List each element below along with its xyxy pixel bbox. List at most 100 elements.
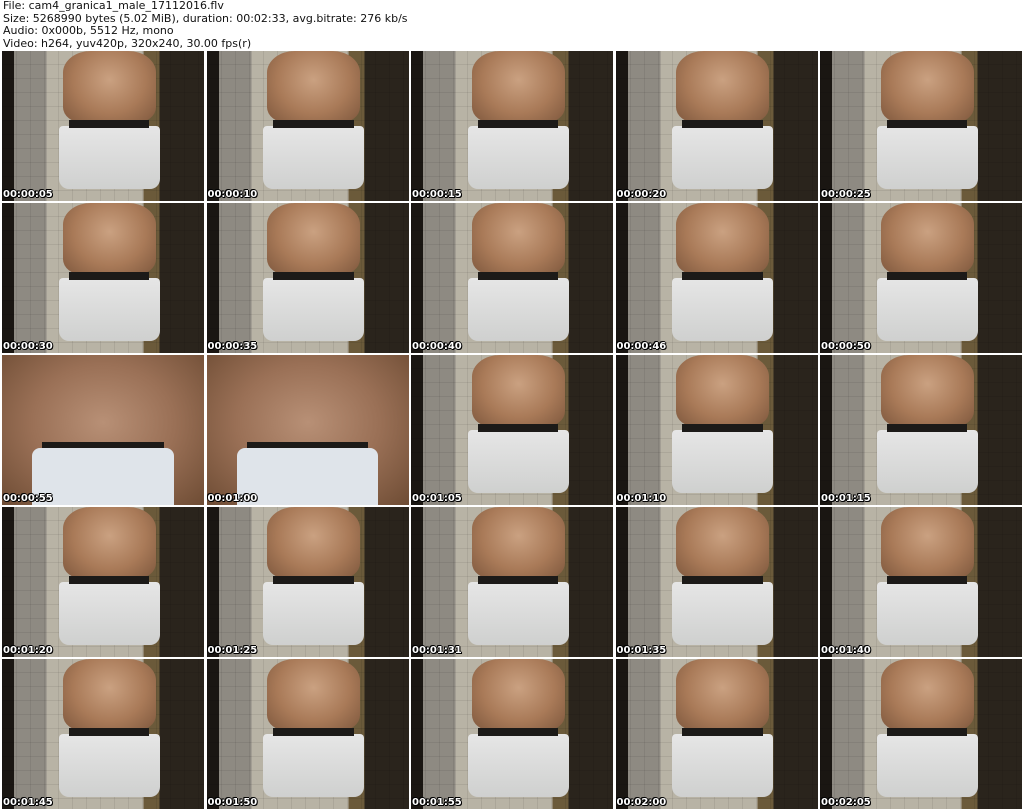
frame-image-belt: [682, 272, 763, 280]
video-thumbnail: 00:00:50: [820, 203, 1022, 353]
frame-image-belt: [886, 120, 968, 128]
frame-image-torso: [62, 659, 156, 731]
frame-image-torso: [471, 355, 565, 427]
video-thumbnail: 00:00:10: [206, 51, 409, 201]
frame-image-shorts: [672, 430, 774, 493]
video-thumbnail: 00:01:10: [615, 355, 818, 505]
frame-image-belt: [68, 272, 150, 280]
video-thumbnail: 00:00:25: [820, 51, 1022, 201]
frame-image-torso: [267, 507, 360, 579]
frame-image-shorts: [263, 126, 365, 189]
frame-image-torso: [267, 203, 360, 275]
frame-image-shorts: [467, 126, 569, 189]
frame-image-torso: [880, 51, 974, 123]
video-thumbnail: 00:02:05: [820, 659, 1022, 809]
video-thumbnail: 00:01:40: [820, 507, 1022, 657]
frame-image-belt: [477, 272, 559, 280]
frame-image-shorts: [58, 278, 160, 341]
video-thumbnail: 00:00:40: [411, 203, 613, 353]
frame-image-shorts: [263, 278, 365, 341]
frame-image-shorts: [58, 582, 160, 645]
timestamp-label: 00:01:15: [821, 493, 871, 504]
timestamp-label: 00:00:30: [3, 341, 53, 352]
frame-image-torso: [62, 203, 156, 275]
frame-image-torso: [471, 203, 565, 275]
timestamp-label: 00:01:31: [412, 645, 462, 656]
video-thumbnail: 00:02:00: [615, 659, 818, 809]
frame-image-torso: [880, 507, 974, 579]
thumbnail-grid: 00:00:05 00:00:10 00:00:15 00:00:20 00:00:25…: [2, 51, 1022, 811]
frame-image-shorts: [672, 278, 774, 341]
frame-image-belt: [682, 120, 763, 128]
video-thumbnail: 00:01:05: [411, 355, 613, 505]
frame-image-shorts: [672, 126, 774, 189]
file-name-line: File: cam4_granica1_male_17112016.flv: [3, 0, 224, 12]
frame-image-shorts: [263, 734, 365, 797]
frame-image-belt: [477, 728, 559, 736]
video-thumbnail: 00:00:55: [2, 355, 204, 505]
video-thumbnail: 00:01:55: [411, 659, 613, 809]
video-thumbnail: 00:01:25: [206, 507, 409, 657]
video-thumbnail: 00:00:05: [2, 51, 204, 201]
frame-image-shorts: [467, 582, 569, 645]
video-thumbnail: 00:00:46: [615, 203, 818, 353]
timestamp-label: 00:00:55: [3, 493, 53, 504]
frame-image-belt: [886, 576, 968, 584]
frame-image-belt: [273, 272, 354, 280]
frame-image-torso: [471, 659, 565, 731]
video-thumbnail: 00:00:15: [411, 51, 613, 201]
frame-image-shorts: [876, 582, 978, 645]
frame-image-shorts: [263, 582, 365, 645]
frame-image-torso: [676, 507, 769, 579]
video-thumbnail: 00:01:00: [206, 355, 409, 505]
timestamp-label: 00:00:20: [616, 189, 667, 200]
timestamp-label: 00:00:15: [412, 189, 462, 200]
frame-image-shorts: [672, 734, 774, 797]
frame-image-belt: [886, 272, 968, 280]
timestamp-label: 00:00:40: [412, 341, 462, 352]
video-thumbnail: 00:00:35: [206, 203, 409, 353]
frame-image-belt: [682, 576, 763, 584]
timestamp-label: 00:00:05: [3, 189, 53, 200]
frame-image-torso: [676, 659, 769, 731]
frame-image-shorts: [876, 278, 978, 341]
frame-image-shorts: [467, 278, 569, 341]
frame-image-shorts: [876, 430, 978, 493]
frame-image-belt: [886, 424, 968, 432]
timestamp-label: 00:00:10: [207, 189, 258, 200]
frame-image-torso: [62, 51, 156, 123]
timestamp-label: 00:01:50: [207, 797, 258, 808]
frame-image-belt: [273, 728, 354, 736]
timestamp-label: 00:01:55: [412, 797, 462, 808]
timestamp-label: 00:01:20: [3, 645, 53, 656]
timestamp-label: 00:02:05: [821, 797, 871, 808]
frame-image-shorts: [876, 734, 978, 797]
audio-info-line: Audio: 0x000b, 5512 Hz, mono: [3, 24, 174, 37]
frame-image-shorts: [467, 430, 569, 493]
video-thumbnail: 00:01:45: [2, 659, 204, 809]
frame-image-torso: [676, 355, 769, 427]
frame-image-shorts: [467, 734, 569, 797]
timestamp-label: 00:01:35: [616, 645, 667, 656]
frame-image-belt: [477, 120, 559, 128]
video-thumbnail: 00:00:20: [615, 51, 818, 201]
frame-image-torso: [676, 51, 769, 123]
frame-image-torso: [267, 51, 360, 123]
frame-image-belt: [886, 728, 968, 736]
frame-image-shorts: [58, 734, 160, 797]
frame-image-belt: [273, 576, 354, 584]
frame-image-torso: [471, 507, 565, 579]
frame-image-torso: [62, 507, 156, 579]
timestamp-label: 00:02:00: [616, 797, 667, 808]
video-thumbnail: 00:01:20: [2, 507, 204, 657]
video-thumbnail: 00:01:50: [206, 659, 409, 809]
video-thumbnail: 00:00:30: [2, 203, 204, 353]
frame-image-belt: [477, 576, 559, 584]
frame-image-belt: [477, 424, 559, 432]
frame-image-shorts: [32, 448, 174, 505]
file-info-header: File: cam4_granica1_male_17112016.flv Si…: [3, 0, 408, 50]
video-thumbnail: 00:01:15: [820, 355, 1022, 505]
timestamp-label: 00:01:45: [3, 797, 53, 808]
frame-image-torso: [880, 355, 974, 427]
frame-image-belt: [682, 728, 763, 736]
